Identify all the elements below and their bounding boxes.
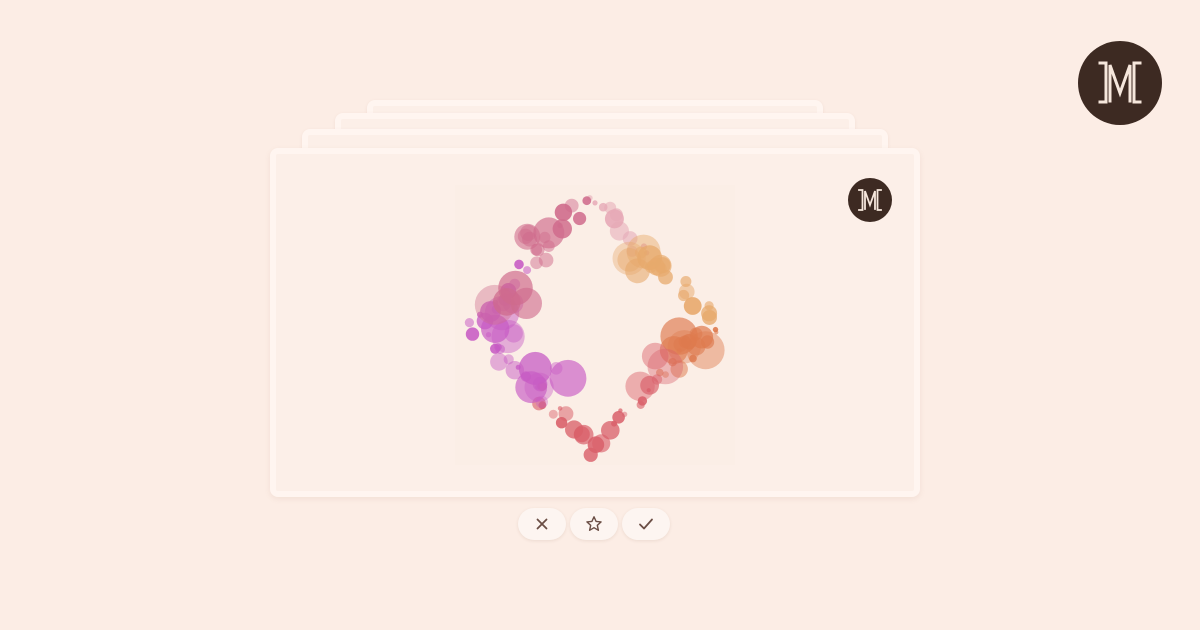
art-bubble [583,447,598,462]
art-bubble [515,371,548,404]
art-bubble [636,400,645,409]
accept-button[interactable] [622,508,670,540]
art-bubble [634,246,647,259]
art-bubble [522,231,537,247]
art-bubble [647,257,665,276]
art-bubble [465,327,480,341]
art-bubble [538,252,554,268]
art-bubble [565,420,584,439]
art-bubble [673,337,689,352]
art-bubble [592,200,598,206]
art-bubble [690,325,714,349]
art-bubble [510,287,542,319]
art-bubble [564,198,579,213]
art-bubble [548,409,558,419]
check-icon [639,518,653,530]
art-bubble [683,297,702,315]
art-bubble [557,406,563,411]
card-logo [848,178,892,222]
art-bubble [514,259,524,270]
art-bubble [704,301,714,311]
action-bar [518,508,670,540]
art-bubble [647,348,684,385]
art-bubble [549,359,587,397]
art-bubble [474,284,515,325]
art-bubble [491,319,525,354]
monogram-m-icon [858,189,882,211]
art-bubble [573,211,587,226]
brand-logo[interactable] [1078,41,1162,125]
art-bubble [490,353,508,371]
art-bubble [464,318,474,328]
favorite-button[interactable] [570,508,618,540]
art-bubble [582,196,592,206]
close-icon [536,518,548,530]
star-icon [586,516,602,531]
art-bubble [523,266,532,275]
artwork-image [455,185,735,465]
monogram-m-icon [1098,61,1142,104]
art-bubble [702,310,717,325]
art-bubble [712,326,719,333]
dismiss-button[interactable] [518,508,566,540]
